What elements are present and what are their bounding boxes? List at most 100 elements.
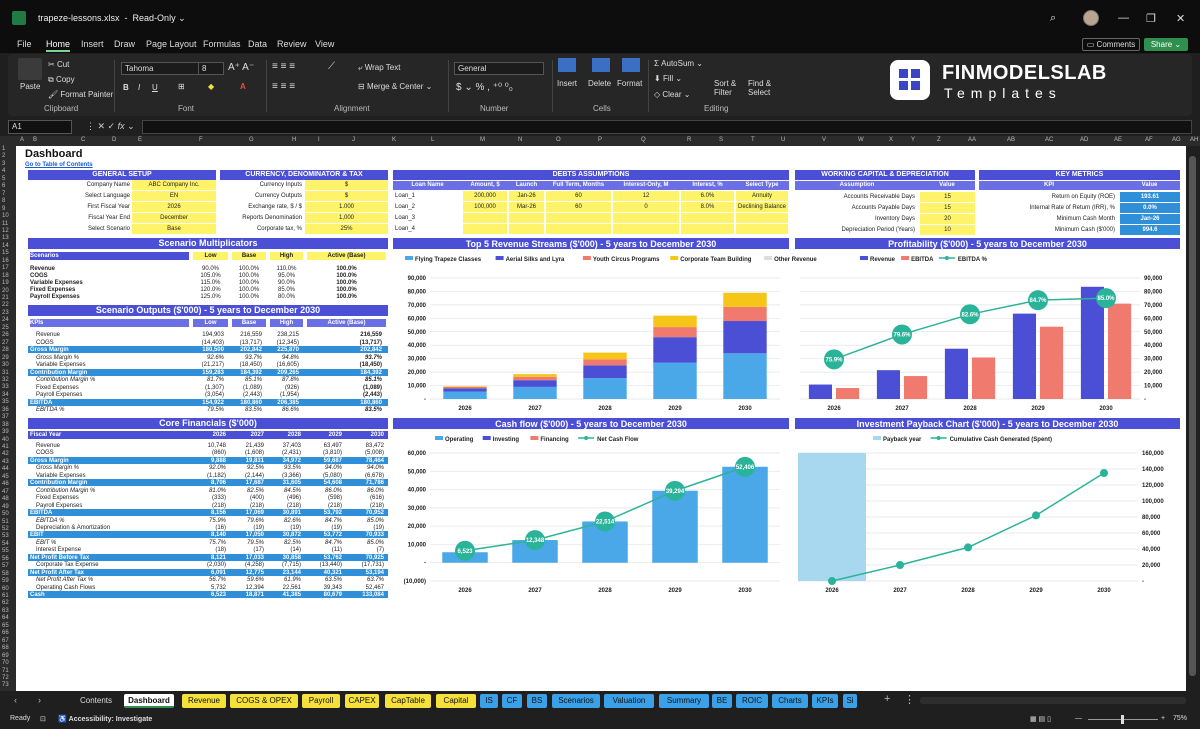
net-cash-flow-label: 12,348 [526,538,545,544]
sheet-tab[interactable]: IS [480,694,498,708]
net-cash-flow-label: 52,406 [736,465,755,471]
cumulative-cash-marker [896,561,904,569]
sheet-tab[interactable]: BE [712,694,732,708]
sheet-tab[interactable]: Si [843,694,857,708]
x-tick-label: 2029 [1029,588,1043,594]
sheet-tab[interactable]: Contents [68,694,124,708]
sheet-tab[interactable]: BS [527,694,547,708]
sheet-menu-icon[interactable]: ⋮ [904,693,915,706]
legend-swatch [405,256,413,260]
revenue-bar [583,365,627,379]
cumulative-cash-marker [964,543,972,552]
revenue-bar [513,380,557,387]
x-tick-label: 2030 [738,588,752,594]
y-tick-label: (10,000) [404,579,426,585]
legend-label: EBITDA % [958,257,988,263]
y-tick-label: 40,000 [408,343,427,349]
sheet-tab[interactable]: ROIC [736,694,768,708]
chart-title: Cash flow ($'000) - 5 years to December … [495,419,687,429]
net-cash-flow-label: 22,514 [596,520,615,526]
y-tick-label: - [424,561,426,567]
y-tick-label: 10,000 [408,384,427,390]
sheet-tab[interactable]: COGS & OPEX [230,694,298,708]
x-tick-label: 2028 [598,406,612,412]
legend-label: Flying Trapeze Classes [415,257,482,263]
normal-view-icon[interactable]: ▦ ▤ ▯ [1030,715,1051,723]
add-sheet-icon[interactable]: + [884,693,890,705]
y-tick-label: - [1144,397,1146,403]
profit-bar [1012,313,1036,399]
chart-title: Investment Payback Chart ($'000) - 5 yea… [857,419,1119,429]
x-tick-label: 2027 [528,406,542,412]
sheet-tab[interactable]: Capital [436,694,476,708]
legend-label: Corporate Team Building [680,257,752,263]
sheet-tab[interactable]: Dashboard [124,694,174,708]
revenue-bar [583,359,627,366]
dashboard-charts: Top 5 Revenue Streams ($'000) - 5 years … [393,238,1180,594]
revenue-bar [653,337,697,363]
chart-title: Top 5 Revenue Streams ($'000) - 5 years … [466,239,717,249]
sheet-tab[interactable]: KPIs [812,694,838,708]
ebitda-pct-label: 79.6% [893,332,911,338]
sheet-tab[interactable]: CF [502,694,522,708]
y-tick-label: 90,000 [1144,276,1163,282]
x-tick-label: 2029 [668,406,682,412]
legend-label: Other Revenue [774,257,817,263]
status-bar: Ready ⊡ ♿ Accessibility: Investigate ▦ ▤… [0,711,1200,729]
ebitda-pct-label: 75.9% [825,357,843,363]
y-tick-label: 30,000 [408,357,427,363]
macro-icon[interactable]: ⊡ [40,715,46,723]
profit-bar [904,376,928,399]
sheet-tab[interactable]: Valuation [604,694,654,708]
sheet-tab[interactable]: CapTable [385,694,431,708]
x-tick-label: 2030 [738,406,752,412]
y-tick-label: 40,000 [408,488,427,494]
legend-swatch [530,436,539,440]
revenue-bar [513,386,557,399]
cumulative-cash-marker [1032,511,1040,520]
chart-title: Profitability ($'000) - 5 years to Decem… [888,239,1087,249]
sheet-tab[interactable]: Revenue [182,694,226,708]
accessibility-status[interactable]: ♿ Accessibility: Investigate [58,715,152,723]
y-tick-label: 50,000 [408,330,427,336]
x-tick-label: 2026 [825,588,839,594]
legend-swatch [764,256,773,260]
profit-bar [972,357,996,399]
zoom-in-icon[interactable]: + [1161,715,1165,722]
zoom-level[interactable]: 75% [1173,715,1187,722]
zoom-thumb[interactable] [1121,715,1124,724]
sheet-tab[interactable]: Summary [659,694,709,708]
legend-swatch [435,436,443,440]
y-tick-label: 10,000 [408,542,427,548]
legend-swatch [670,256,679,260]
revenue-bar [513,376,557,381]
y-tick-label: 20,000 [408,524,427,530]
sheet-tab[interactable]: Scenarios [552,694,600,708]
x-tick-label: 2026 [458,588,472,594]
revenue-bar [583,352,627,360]
y-tick-label: 70,000 [1144,303,1163,309]
y-tick-label: 70,000 [408,303,427,309]
y-tick-label: - [424,397,426,403]
sheet-tab-bar: ‹ › + ⋮ [0,691,1200,711]
ebitda-pct-label: 84.7% [1029,298,1047,304]
y-tick-label: 120,000 [1142,483,1164,489]
horizontal-scrollbar[interactable] [920,697,1186,704]
legend-swatch [873,436,881,440]
legend-label: Operating [445,437,474,443]
sheet-tab[interactable]: Charts [772,694,808,708]
y-tick-label: 160,000 [1142,451,1164,457]
revenue-bar [653,327,697,338]
x-tick-label: 2026 [458,406,472,412]
legend-label: EBITDA [911,257,934,263]
revenue-bar [583,378,627,399]
tab-scroll-right-icon[interactable]: › [38,695,41,705]
sheet-tab[interactable]: Payroll [302,694,340,708]
x-tick-label: 2027 [895,406,909,412]
x-tick-label: 2029 [1031,406,1045,412]
zoom-out-icon[interactable]: — [1075,715,1082,722]
net-cash-flow-label: 39,294 [666,489,685,495]
legend-label: Financing [540,437,569,443]
sheet-tab[interactable]: CAPEX [345,694,379,708]
tab-scroll-left-icon[interactable]: ‹ [14,695,17,705]
